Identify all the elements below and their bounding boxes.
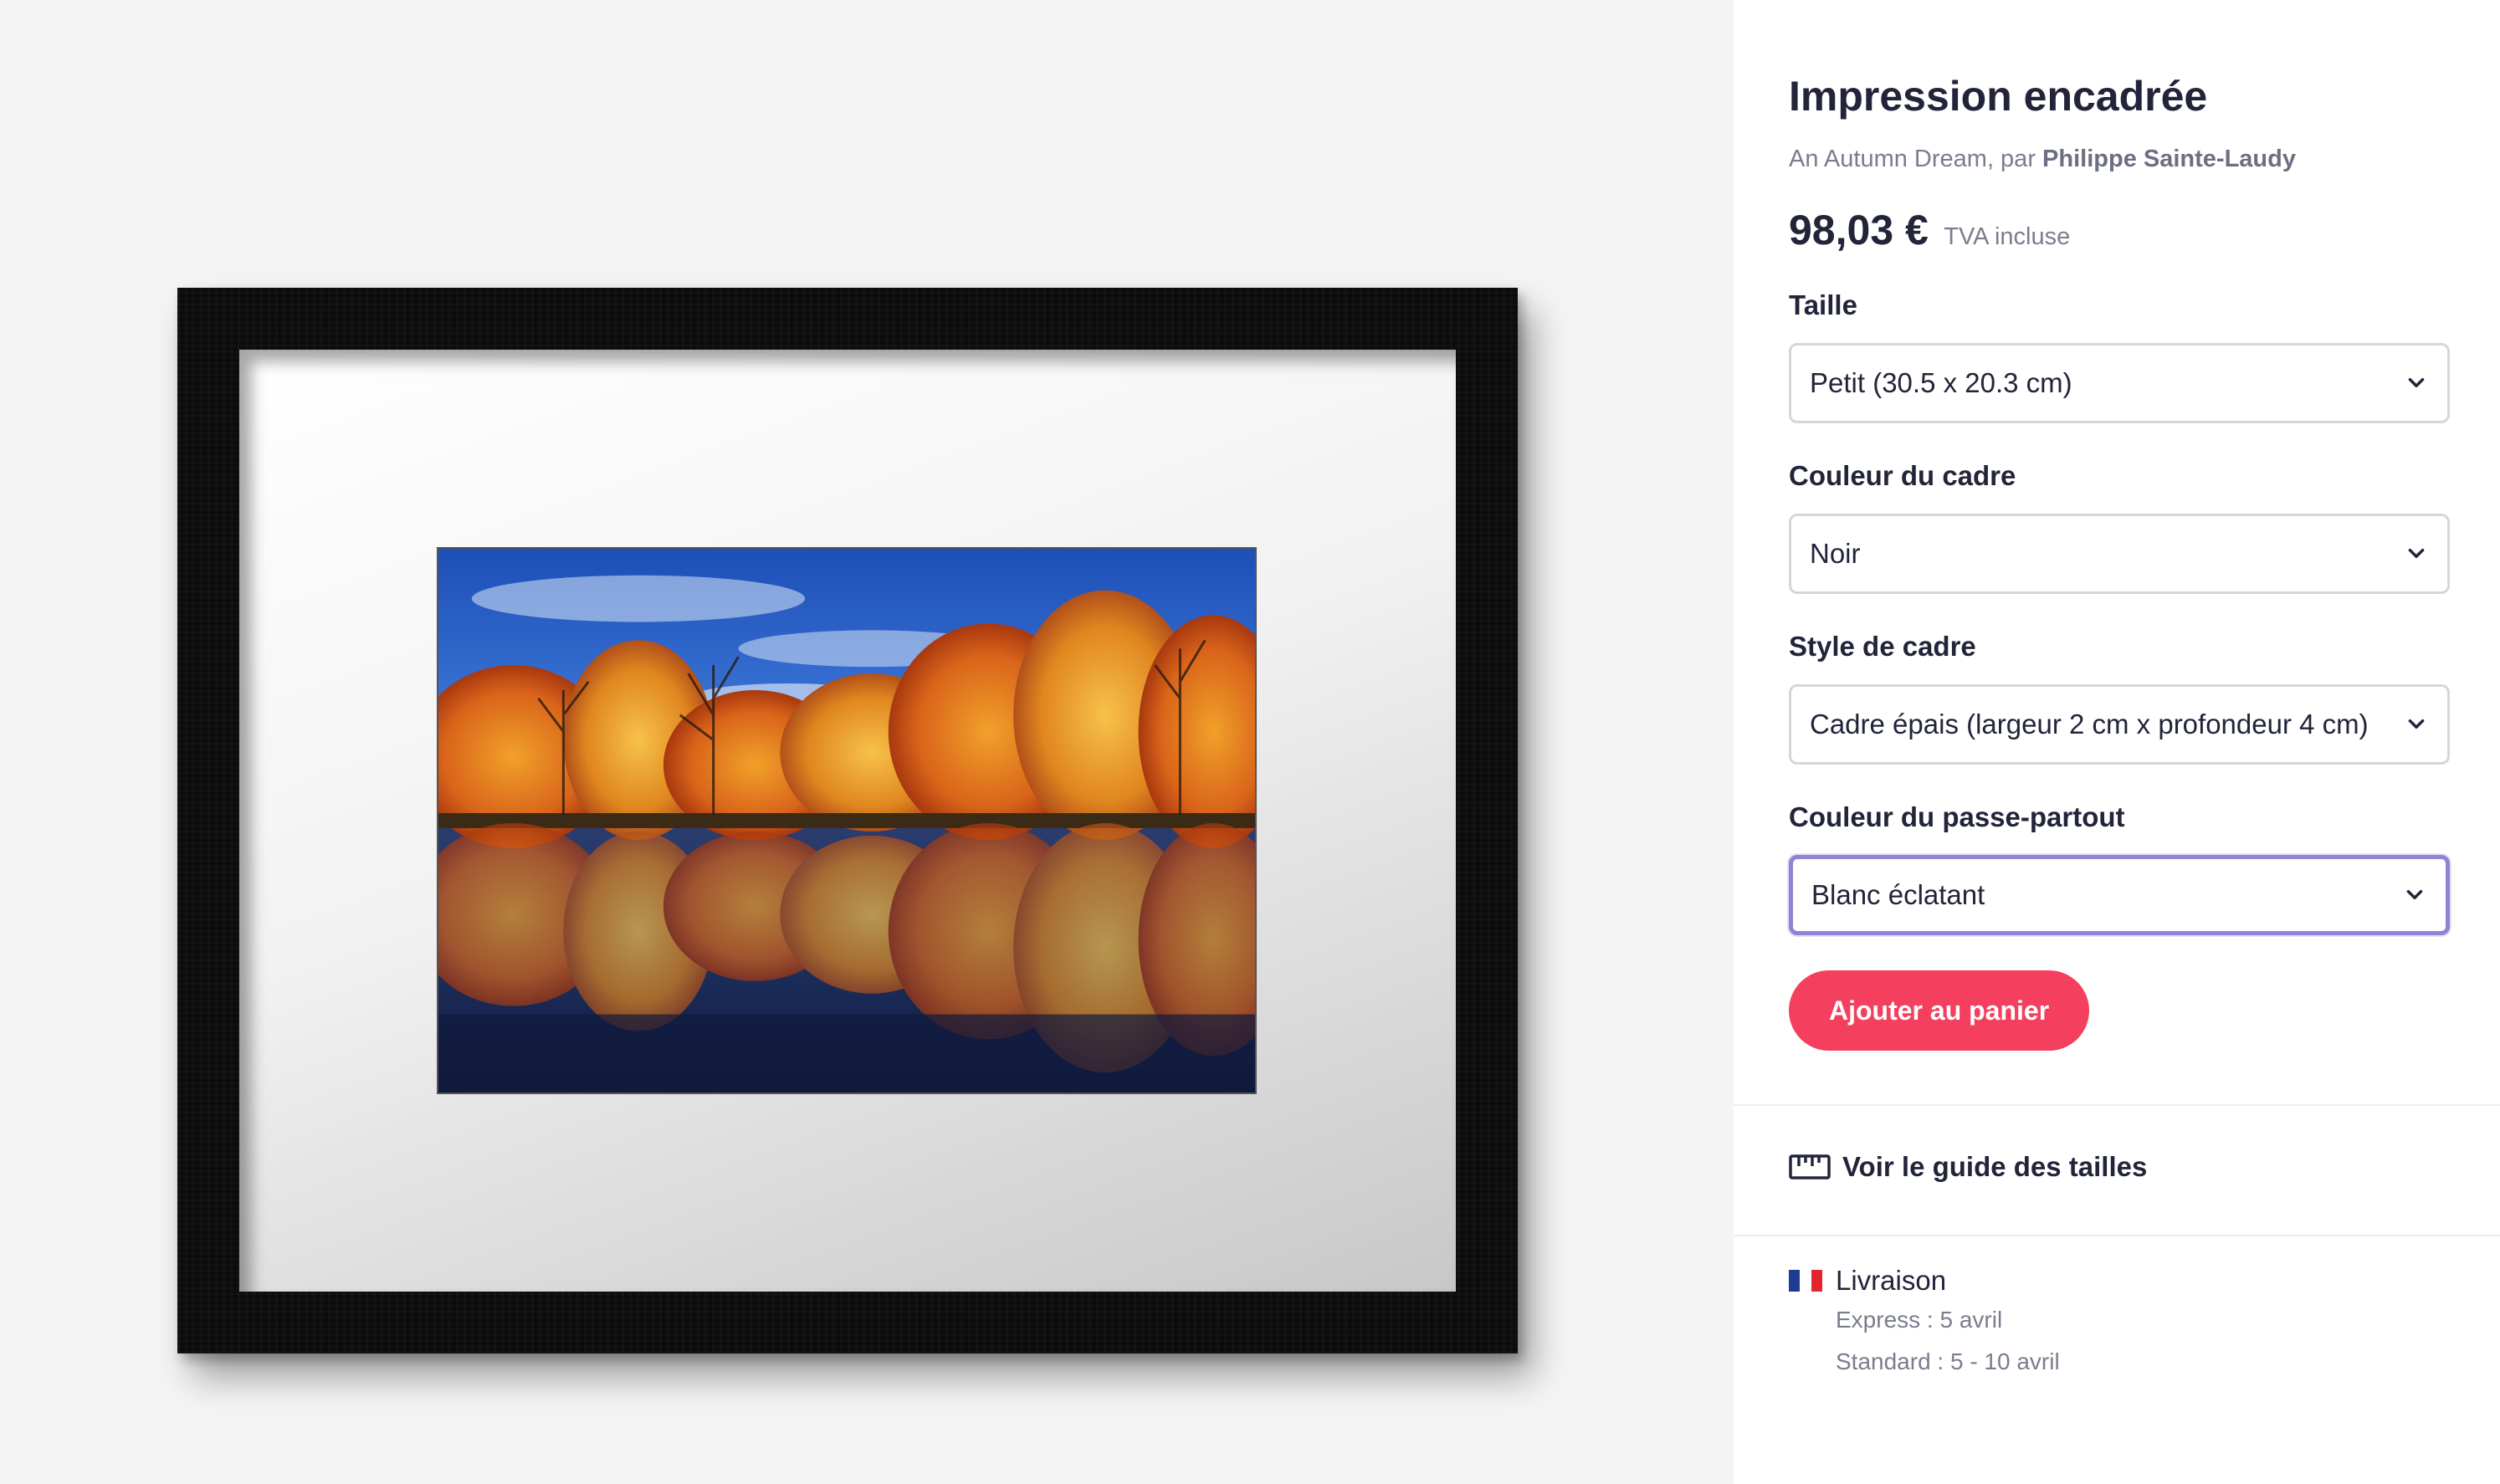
size-guide-link[interactable]: Voir le guide des tailles xyxy=(1789,1151,2147,1183)
chevron-down-icon xyxy=(2408,548,2425,558)
shipping-info: Livraison Express : 5 avril Standard : 5… xyxy=(1789,1265,2060,1375)
product-byline: An Autumn Dream, par Philippe Sainte-Lau… xyxy=(1789,146,2296,173)
product-price: 98,03 € xyxy=(1789,207,1929,253)
artwork-name: An Autumn Dream, par xyxy=(1789,146,2036,172)
chevron-down-icon xyxy=(2408,719,2425,729)
frame-style-select-value: Cadre épais (largeur 2 cm x profondeur 4… xyxy=(1810,709,2369,739)
artist-link[interactable]: Philippe Sainte-Laudy xyxy=(2042,146,2296,172)
mat-color-select-value: Blanc éclatant xyxy=(1811,879,1985,910)
shipping-express: Express : 5 avril xyxy=(1836,1307,2003,1333)
section-divider xyxy=(1734,1104,2500,1106)
price-row: 98,03 € TVA incluse xyxy=(1789,206,2070,254)
mat-color-label: Couleur du passe-partout xyxy=(1789,801,2125,832)
product-preview xyxy=(0,0,1734,1484)
frame-color-label: Couleur du cadre xyxy=(1789,460,2016,491)
add-to-cart-button[interactable]: Ajouter au panier xyxy=(1789,970,2090,1051)
section-divider xyxy=(1734,1235,2500,1236)
artwork-image xyxy=(437,547,1257,1094)
shipping-title: Livraison xyxy=(1836,1265,1947,1296)
size-select-value: Petit (30.5 x 20.3 cm) xyxy=(1810,367,2072,398)
autumn-lake-image xyxy=(438,549,1255,1093)
mat-color-select[interactable]: Blanc éclatant xyxy=(1789,855,2450,935)
shipping-standard: Standard : 5 - 10 avril xyxy=(1836,1348,2060,1374)
shipping-header: Livraison xyxy=(1789,1265,2060,1297)
product-config-panel: Impression encadrée An Autumn Dream, par… xyxy=(1734,0,2500,1484)
frame-color-select[interactable]: Noir xyxy=(1789,514,2450,594)
size-label: Taille xyxy=(1789,289,1857,320)
product-title: Impression encadrée xyxy=(1789,73,2208,120)
frame-style-select[interactable]: Cadre épais (largeur 2 cm x profondeur 4… xyxy=(1789,684,2450,765)
size-select[interactable]: Petit (30.5 x 20.3 cm) xyxy=(1789,343,2450,423)
framed-print-preview xyxy=(177,288,1518,1354)
product-page: Impression encadrée An Autumn Dream, par… xyxy=(0,0,2500,1484)
chevron-down-icon xyxy=(2408,377,2425,387)
frame-color-select-value: Noir xyxy=(1810,538,1861,569)
frame-style-label: Style de cadre xyxy=(1789,631,1976,662)
passe-partout-mat xyxy=(239,350,1456,1292)
ruler-icon xyxy=(1789,1154,1831,1180)
flag-france-icon xyxy=(1789,1270,1822,1292)
size-guide-label: Voir le guide des tailles xyxy=(1842,1151,2148,1182)
tax-note: TVA incluse xyxy=(1944,223,2071,250)
chevron-down-icon xyxy=(2406,889,2423,899)
